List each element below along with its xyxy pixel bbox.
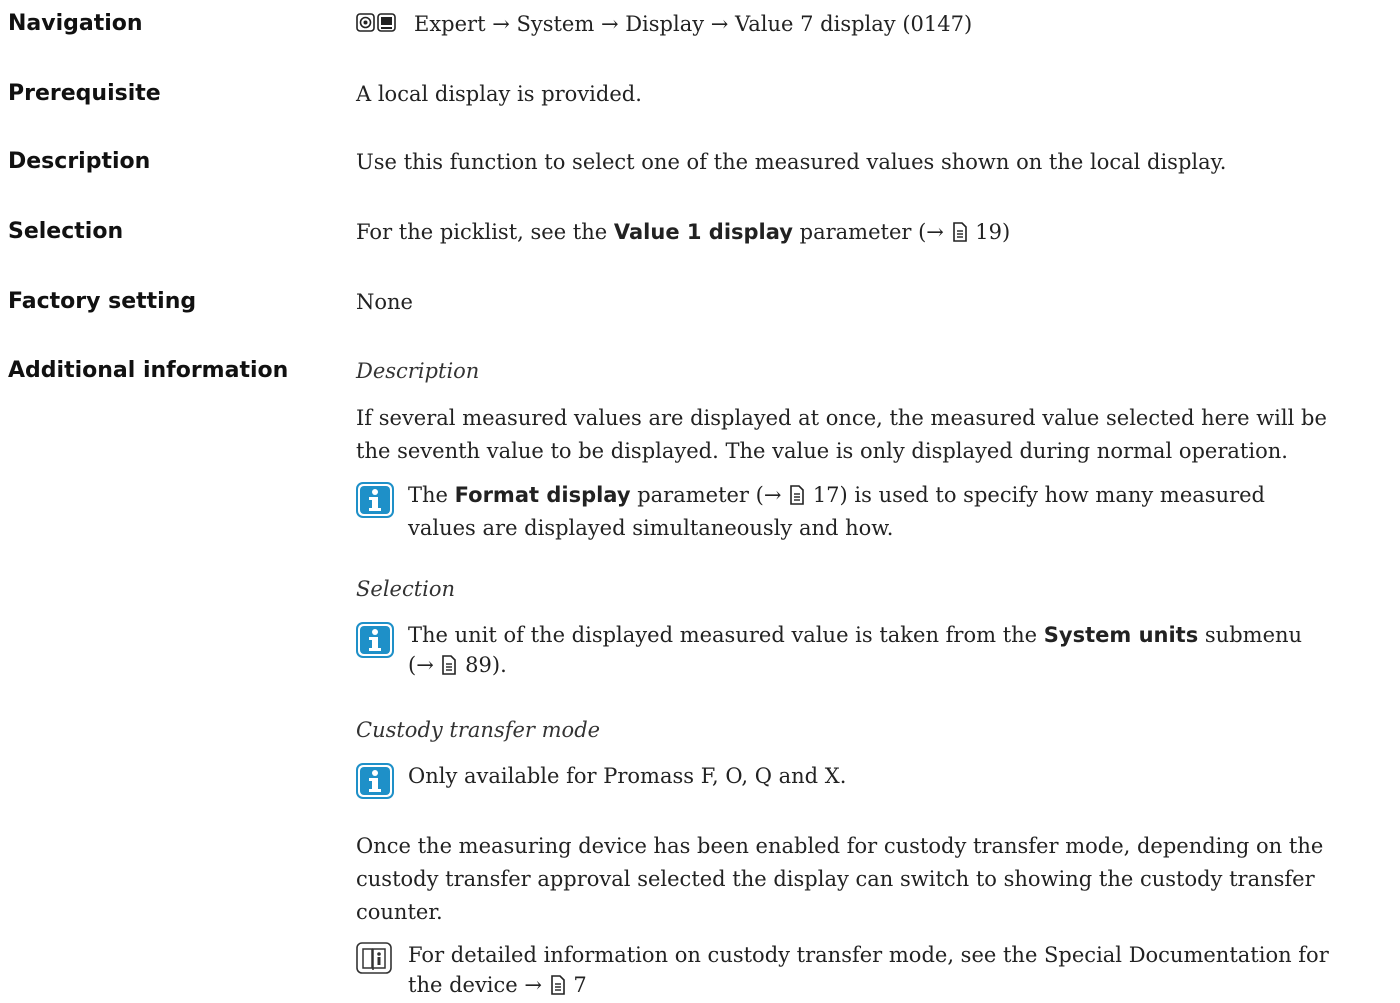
note4-line2-before: the device → — [408, 973, 542, 997]
navigation-label: Navigation — [8, 11, 143, 36]
selection-bold-param[interactable]: Value 1 display — [614, 220, 793, 244]
note2-line2-before: (→ — [408, 653, 434, 677]
selection-subheading: Selection — [356, 577, 456, 601]
format-display-note: The Format display parameter (→ 17) is u… — [356, 480, 1391, 543]
note1-page-ref[interactable]: 17) is used to specify how many measured — [813, 483, 1265, 507]
system-units-note: The unit of the displayed measured value… — [356, 620, 1391, 683]
selection-label: Selection — [8, 219, 124, 244]
display-navigation-icon — [356, 11, 396, 41]
note2-bold-submenu[interactable]: System units — [1044, 623, 1198, 647]
note2-before: The unit of the displayed measured value… — [408, 623, 1038, 647]
info-icon — [356, 482, 394, 526]
note2-page-ref[interactable]: 89). — [465, 653, 507, 677]
additional-desc-paragraph: If several measured values are displayed… — [356, 402, 1391, 468]
page-reference-icon[interactable] — [788, 483, 806, 513]
prerequisite-label: Prerequisite — [8, 81, 161, 106]
special-documentation-note: For detailed information on custody tran… — [356, 940, 1391, 1003]
note3-text: Only available for Promass F, O, Q and X… — [408, 764, 847, 788]
note1-line2: values are displayed simultaneously and … — [408, 516, 894, 540]
additional-desc-line2: the seventh value to be displayed. The v… — [356, 439, 1288, 463]
custody-line3: counter. — [356, 900, 443, 924]
additional-desc-line1: If several measured values are displayed… — [356, 406, 1327, 430]
custody-transfer-subheading: Custody transfer mode — [356, 718, 601, 742]
promass-availability-note: Only available for Promass F, O, Q and X… — [356, 761, 1391, 799]
custody-transfer-paragraph: Once the measuring device has been enabl… — [356, 830, 1391, 929]
prerequisite-text: A local display is provided. — [356, 82, 642, 106]
description-text: Use this function to select one of the m… — [356, 150, 1227, 174]
custody-line2: custody transfer approval selected the d… — [356, 867, 1315, 891]
selection-text: For the picklist, see the Value 1 displa… — [356, 217, 1010, 250]
note1-after: parameter (→ — [637, 483, 782, 507]
selection-page-ref[interactable]: 19) — [975, 220, 1010, 244]
book-icon — [356, 942, 394, 984]
description-label: Description — [8, 149, 151, 174]
selection-text-before: For the picklist, see the — [356, 220, 608, 244]
info-icon — [356, 763, 394, 807]
additional-information-label: Additional information — [8, 358, 289, 383]
page-reference-icon[interactable] — [440, 653, 458, 683]
navigation-path: Expert → System → Display → Value 7 disp… — [414, 12, 973, 36]
factory-setting-label: Factory setting — [8, 289, 197, 314]
additional-desc-heading: Description — [356, 359, 480, 383]
navigation-path-row: Expert → System → Display → Value 7 disp… — [356, 9, 972, 41]
note4-page-ref[interactable]: 7 — [573, 973, 586, 997]
selection-text-after: parameter (→ — [799, 220, 944, 244]
custody-line1: Once the measuring device has been enabl… — [356, 834, 1324, 858]
note4-line1: For detailed information on custody tran… — [408, 943, 1329, 967]
factory-setting-value: None — [356, 290, 413, 314]
note2-after: submenu — [1204, 623, 1303, 647]
note1-bold-param[interactable]: Format display — [455, 483, 631, 507]
page-reference-icon[interactable] — [549, 973, 567, 1003]
page-reference-icon[interactable] — [951, 220, 969, 250]
note1-before: The — [408, 483, 448, 507]
info-icon — [356, 622, 394, 666]
